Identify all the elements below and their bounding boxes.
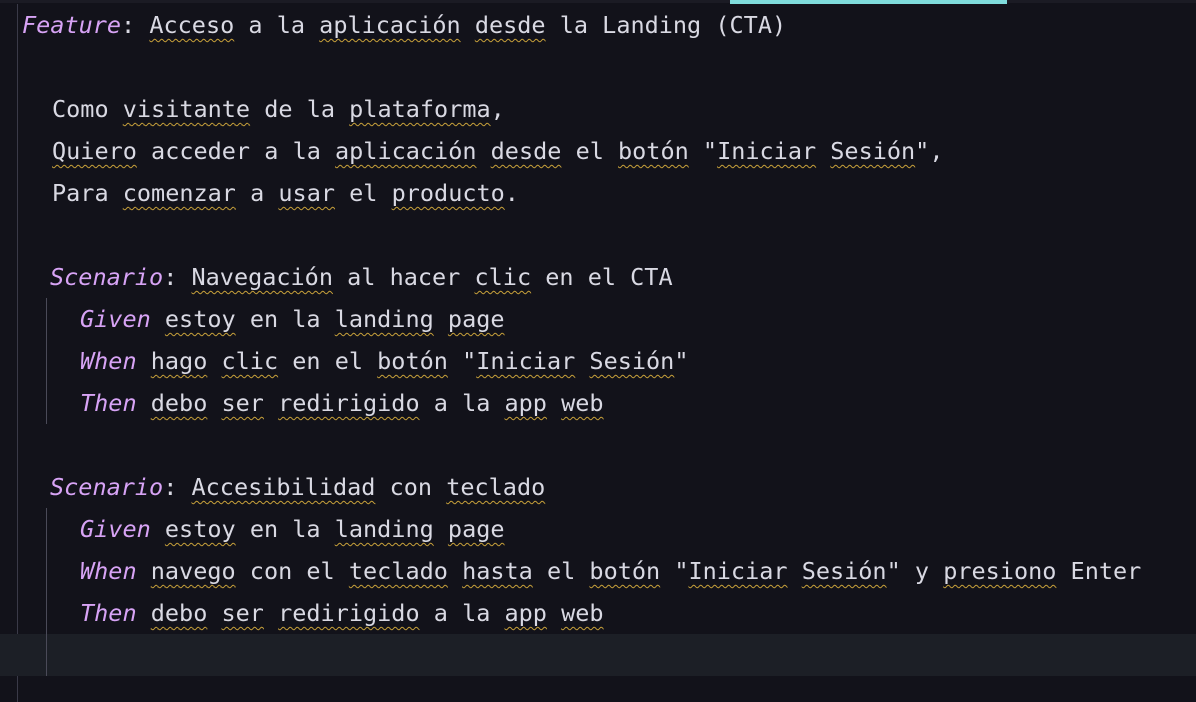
code-line-narrative-3[interactable]: Para comenzar a usar el producto. [52,172,519,214]
narrative-text: Quiero acceder a la aplicación desde el … [52,137,944,165]
scenario-colon: : [163,473,178,501]
scenario-keyword: Scenario [50,473,164,501]
feature-colon: : [121,11,136,39]
code-line-narrative-1[interactable]: Como visitante de la plataforma, [52,88,505,130]
code-line-step[interactable]: Given estoy en la landing page [80,508,505,550]
step-text: debo ser redirigido a la app web [150,389,604,417]
step-text: estoy en la landing page [164,305,505,333]
code-line-step[interactable]: Then debo ser redirigido a la app web [80,592,604,634]
step-text: estoy en la landing page [164,515,505,543]
code-line-narrative-2[interactable]: Quiero acceder a la aplicación desde el … [52,130,943,172]
code-line-step[interactable]: When hago clic en el botón "Iniciar Sesi… [80,340,688,382]
step-keyword-when: When [80,557,137,585]
code-line-feature[interactable]: Feature: Acceso a la aplicación desde la… [22,4,786,46]
indent-guide [46,508,47,676]
tab-bar-border [0,0,1196,3]
scenario-title: Navegación al hacer clic en el CTA [191,263,673,291]
code-line-step[interactable]: Then debo ser redirigido a la app web [80,382,604,424]
code-line-step[interactable]: When navego con el teclado hasta el botó… [80,550,1141,592]
step-keyword-given: Given [80,305,151,333]
narrative-text: Como visitante de la plataforma, [52,95,505,123]
feature-title: Acceso a la aplicación desde la Landing … [149,11,787,39]
code-line-scenario-1[interactable]: Scenario: Navegación al hacer clic en el… [50,256,673,298]
current-line-highlight[interactable] [0,634,1196,676]
step-keyword-when: When [80,347,137,375]
indent-guide [46,298,47,424]
code-line-step[interactable]: Given estoy en la landing page [80,298,505,340]
scenario-colon: : [163,263,178,291]
editor-gutter-rule [17,4,18,702]
step-keyword-given: Given [80,515,151,543]
narrative-text: Para comenzar a usar el producto. [52,179,519,207]
scenario-keyword: Scenario [50,263,164,291]
scenario-title: Accesibilidad con teclado [191,473,546,501]
step-text: hago clic en el botón "Iniciar Sesión" [150,347,689,375]
code-editor[interactable]: Feature: Acceso a la aplicación desde la… [0,0,1196,702]
code-line-scenario-2[interactable]: Scenario: Accesibilidad con teclado [50,466,545,508]
feature-keyword: Feature [22,11,122,39]
step-keyword-then: Then [80,599,137,627]
step-text: debo ser redirigido a la app web [150,599,604,627]
step-keyword-then: Then [80,389,137,417]
step-text: navego con el teclado hasta el botón "In… [150,557,1142,585]
